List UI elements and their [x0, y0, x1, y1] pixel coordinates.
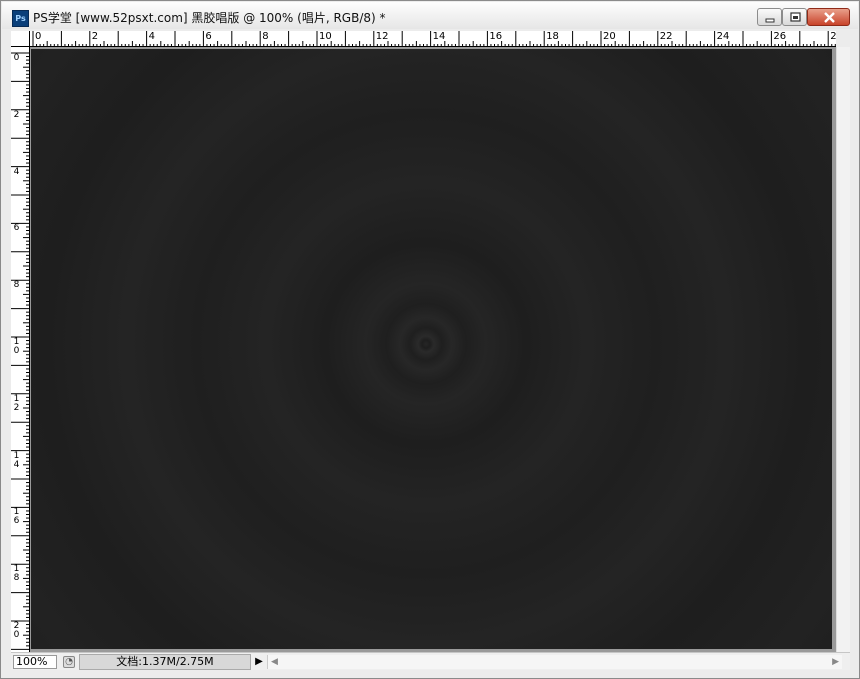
close-icon [824, 12, 835, 23]
zoom-level-field[interactable]: 100% [13, 655, 57, 669]
title-bar[interactable]: Ps PS学堂 [www.52psxt.com] 黑胶唱版 @ 100% (唱片… [2, 2, 858, 29]
restore-button[interactable] [782, 8, 807, 26]
ruler-label: 18 [13, 564, 20, 584]
ruler-label: 22 [659, 31, 673, 42]
status-menu-arrow-icon[interactable]: ▶ [253, 654, 265, 670]
ruler-label: 6 [205, 31, 212, 42]
vertical-ruler[interactable]: 0 2 4 6 8 10 12 14 16 18 20 [11, 47, 30, 652]
ruler-label: 8 [262, 31, 269, 42]
ruler-label: 0 [13, 53, 20, 63]
window-title: PS学堂 [www.52psxt.com] 黑胶唱版 @ 100% (唱片, R… [33, 11, 386, 25]
ruler-label: 24 [716, 31, 730, 42]
ruler-label: 16 [13, 507, 20, 527]
ruler-origin[interactable] [11, 31, 30, 47]
work-group-icon[interactable]: ◔ [63, 656, 75, 668]
ruler-label: 26 [773, 31, 787, 42]
minimize-icon [765, 18, 775, 23]
minimize-button[interactable] [757, 8, 782, 26]
ruler-label: 18 [546, 31, 559, 42]
canvas-area[interactable] [30, 47, 836, 652]
ruler-label: 10 [319, 31, 332, 42]
document-size-info[interactable]: 文档:1.37M/2.75M [79, 654, 251, 670]
horizontal-ruler[interactable]: 0246810121416182022242628 [30, 31, 836, 47]
ruler-label: 14 [432, 31, 446, 42]
close-button[interactable] [807, 8, 850, 26]
ruler-label: 10 [13, 337, 20, 356]
vertical-scrollbar[interactable] [836, 47, 850, 652]
scroll-right-icon[interactable]: ▶ [832, 655, 839, 669]
ruler-label: 12 [375, 31, 389, 42]
scroll-left-icon[interactable]: ◀ [271, 655, 278, 669]
restore-icon [790, 12, 801, 22]
ruler-label: 12 [13, 393, 20, 413]
ruler-label: 6 [13, 223, 20, 234]
ruler-label: 8 [13, 280, 20, 291]
status-bar: 100% ◔ 文档:1.37M/2.75M ▶ ◀ ▶ [11, 652, 850, 670]
ruler-label: 14 [13, 450, 20, 470]
horizontal-scrollbar[interactable]: ◀ ▶ [267, 655, 842, 669]
ruler-label: 16 [489, 31, 503, 42]
ruler-label: 2 [91, 31, 99, 42]
ruler-label: 20 [603, 31, 616, 42]
ruler-label: 4 [13, 166, 20, 177]
vinyl-record-canvas[interactable] [31, 49, 832, 649]
photoshop-app-icon: Ps [12, 10, 29, 27]
ruler-label: 2 [13, 109, 20, 120]
ruler-label: 4 [148, 31, 155, 42]
ruler-label: 28 [830, 31, 836, 42]
document-window: Ps PS学堂 [www.52psxt.com] 黑胶唱版 @ 100% (唱片… [0, 0, 860, 679]
ruler-label: 20 [13, 621, 20, 640]
ruler-label: 0 [35, 31, 42, 42]
